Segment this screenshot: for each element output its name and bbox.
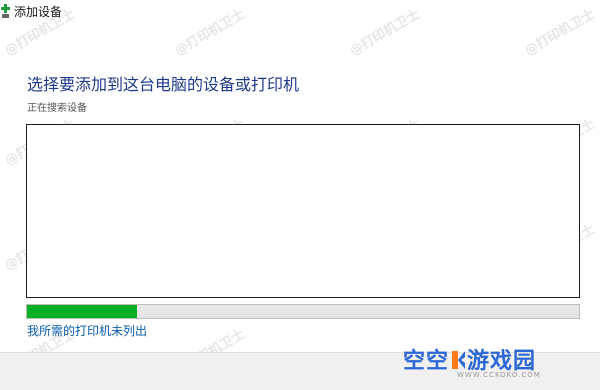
printer-not-listed-link[interactable]: 我所需的打印机未列出 [27, 322, 147, 339]
site-logo-url: WWW.CCKOKO.COM [457, 371, 541, 379]
title-bar: 添加设备 [0, 0, 600, 26]
site-logo: 空空 游戏园 WWW.CCKOKO.COM [401, 343, 576, 389]
search-progress-bar [26, 304, 580, 319]
add-device-icon [1, 4, 10, 18]
device-list[interactable] [26, 124, 580, 298]
page-heading: 选择要添加到这台电脑的设备或打印机 [27, 75, 300, 94]
site-logo-emblem [452, 351, 466, 369]
site-logo-name-left: 空空 [403, 349, 450, 374]
search-status: 正在搜索设备 [27, 103, 87, 114]
search-progress-fill [27, 305, 138, 318]
window-title: 添加设备 [14, 5, 63, 19]
